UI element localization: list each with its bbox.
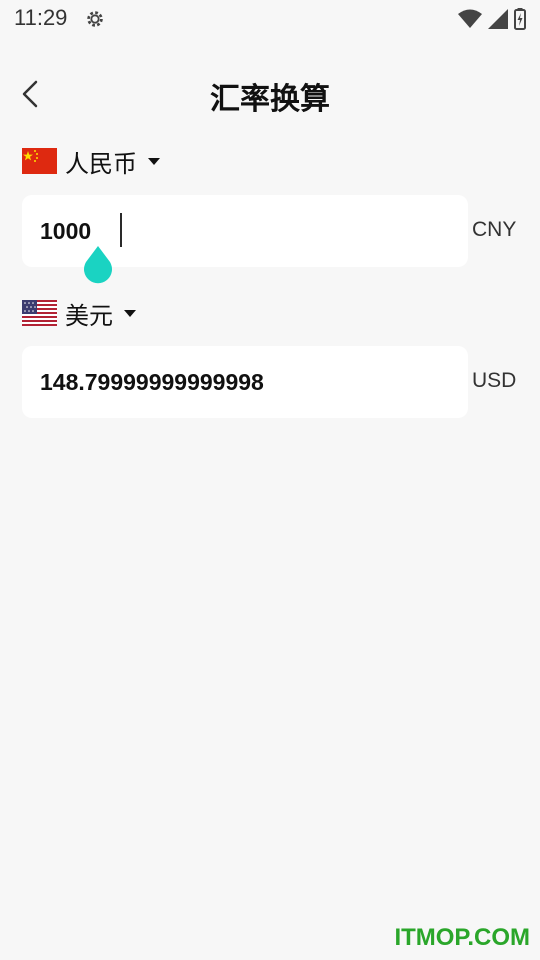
signal-icon (488, 9, 508, 29)
status-time: 11:29 (14, 5, 68, 30)
text-handle-icon[interactable] (82, 246, 114, 284)
wifi-icon (458, 9, 482, 28)
to-amount-field[interactable]: 148.79999999999998 (22, 346, 468, 418)
caret-down-icon (124, 310, 136, 317)
page-title: 汇率换算 (210, 82, 330, 117)
status-icons (458, 8, 526, 30)
gear-icon (87, 11, 103, 27)
from-currency-name: 人民币 (65, 149, 137, 178)
from-currency-selector[interactable]: 人民币 (22, 144, 161, 178)
to-amount-value: 148.79999999999998 (40, 369, 264, 395)
to-currency-code: USD (472, 369, 517, 392)
to-currency-selector[interactable]: 美元 (22, 296, 137, 330)
text-cursor (120, 213, 122, 247)
status-bar: 11:29 (0, 0, 540, 38)
china-flag-icon (22, 148, 57, 174)
watermark: ITMOP.COM (394, 924, 530, 951)
caret-down-icon (148, 158, 160, 165)
from-currency-code: CNY (472, 218, 517, 241)
to-currency-name: 美元 (65, 301, 113, 330)
usa-flag-icon (22, 300, 57, 326)
battery-icon (514, 8, 526, 30)
header: 汇率换算 (0, 62, 540, 126)
